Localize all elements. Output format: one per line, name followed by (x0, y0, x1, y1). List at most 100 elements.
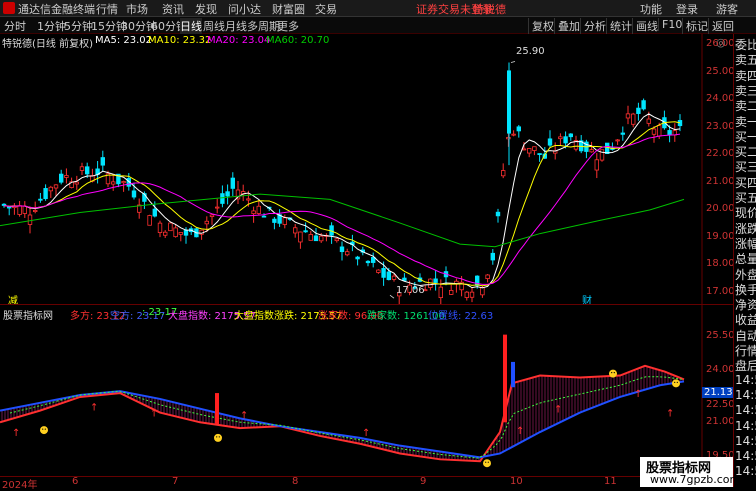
candle-body (599, 149, 605, 161)
smiley-eye (44, 428, 46, 430)
high-price-label: 25.90 (516, 46, 545, 57)
menu-fortune[interactable]: 财富圈 (272, 1, 305, 17)
candle-body (168, 222, 173, 232)
smiley-eye (42, 428, 44, 430)
candle-body (204, 220, 209, 225)
candle-body (111, 181, 116, 185)
price-tick: 21.00 (706, 176, 735, 187)
candle-body (178, 232, 183, 235)
candle-body (318, 235, 324, 242)
smiley-eye (218, 436, 220, 438)
back-button[interactable]: 返回 (708, 18, 734, 34)
candle-body (147, 215, 152, 226)
candle-body (625, 113, 631, 119)
menu-news[interactable]: 资讯 (162, 1, 184, 17)
price-tick: 25.00 (706, 66, 735, 77)
indicator-chart: ↑ ↑ ↑ ↑ ↑ ↑ ↑ ↑ ↑ (0, 305, 703, 477)
smiley-eye (487, 461, 489, 463)
menu-quotes[interactable]: 行情 (96, 1, 118, 17)
period-more[interactable]: 更多 (277, 18, 299, 34)
period-1min[interactable]: 1分钟 (37, 18, 66, 34)
candle-body (339, 246, 345, 253)
period-fenshi[interactable]: 分时 (4, 18, 26, 34)
candle-body (48, 186, 53, 192)
smiley-eye (216, 436, 218, 438)
stats-button[interactable]: 统计 (606, 18, 632, 34)
candle-body (438, 286, 443, 299)
mark-button[interactable]: 标记 (682, 18, 708, 34)
candle-body (381, 268, 386, 278)
up-arrow-icon: ↑ (666, 408, 674, 419)
signal-bar (503, 334, 507, 423)
up-arrow-icon: ↑ (12, 428, 20, 439)
function-menu[interactable]: 功能 (640, 1, 662, 17)
candle-body (64, 175, 69, 178)
draw-line-button[interactable]: 画线 (632, 18, 658, 34)
indicator-panel[interactable]: ↑ ↑ ↑ ↑ ↑ ↑ ↑ ↑ ↑ 股票指标网 多方: 23.12 空方: 23.17 : 23… (0, 304, 735, 477)
analysis-button[interactable]: 分析 (580, 18, 606, 34)
quote-panel-label: 14:50 (735, 403, 756, 418)
watermark-logo: 股票指标网 www.7gpzb.com (640, 457, 740, 487)
smiley-icon (672, 379, 680, 388)
period-daily[interactable]: 日线 (180, 18, 202, 34)
price-tick: 20.00 (706, 203, 735, 214)
indicator-name[interactable]: 股票指标网 (3, 307, 53, 322)
candlestick-chart (0, 34, 703, 304)
period-5min[interactable]: 5分钟 (64, 18, 93, 34)
up-arrow-icon: ↑ (634, 389, 642, 400)
candle-body (230, 177, 235, 189)
position-line-legend: 位置线: 22.63 (428, 311, 494, 322)
candle-body (386, 271, 391, 281)
f10-button[interactable]: F10 (658, 18, 682, 31)
candle-body (292, 227, 298, 234)
period-weekly[interactable]: 周线 (203, 18, 225, 34)
up-arrow-icon: ↑ (240, 410, 248, 421)
candle-body (220, 193, 225, 204)
price-tick: 17.00 (706, 286, 735, 297)
ind-tick: 21.00 (706, 416, 735, 427)
app-logo-icon (3, 2, 15, 14)
candle-body (516, 126, 521, 132)
candle-body (33, 210, 38, 212)
stock-link[interactable]: 特锐德 (473, 1, 506, 17)
period-monthly[interactable]: 月线 (225, 18, 247, 34)
candle-body (59, 173, 64, 183)
candle-body (448, 289, 454, 295)
signal-bar (511, 361, 515, 388)
date-label: 8 (292, 476, 299, 487)
menu-market[interactable]: 市场 (126, 1, 148, 17)
date-label: 7 (172, 476, 179, 487)
candle-body (365, 260, 371, 264)
price-tick: 24.00 (706, 93, 735, 104)
menu-trade[interactable]: 交易 (315, 1, 337, 17)
period-multi[interactable]: 多周期 (247, 18, 280, 34)
overlay-button[interactable]: 叠加 (554, 18, 580, 34)
candle-body (589, 149, 594, 153)
date-label: 2024年 (2, 480, 38, 491)
candle-body (256, 205, 261, 214)
menu-discover[interactable]: 发现 (195, 1, 217, 17)
title-bar: 通达信金融终端 行情 市场 资讯 发现 问小达 财富圈 交易 证券交易未登录 特… (0, 0, 756, 17)
menu-xiaoda[interactable]: 问小达 (228, 1, 261, 17)
candle-body (641, 100, 646, 110)
date-axis: 2024年 6 7 8 9 10 11 (0, 476, 733, 491)
quote-panel-label: 14:50 (735, 449, 756, 464)
candle-body (251, 210, 256, 215)
candle-body (500, 170, 506, 177)
candle-body (74, 181, 79, 185)
candle-body (657, 125, 662, 137)
login-button[interactable]: 登录 (676, 1, 698, 17)
candle-body (303, 230, 308, 233)
candlestick-panel[interactable]: 特锐德(日线 前复权) MA5: 23.02 MA10: 23.32 MA20:… (0, 34, 735, 307)
smiley-eye (613, 371, 615, 374)
up-arrow-icon: ↑ (362, 428, 370, 439)
candle-body (157, 222, 163, 233)
candle-body (162, 231, 168, 236)
restore-rights-button[interactable]: 复权 (528, 18, 554, 34)
candle-body (183, 229, 189, 236)
candle-body (27, 214, 33, 225)
price-tick: 19.00 (706, 231, 735, 242)
price-tick: 23.00 (706, 121, 735, 132)
smiley-eye (674, 381, 676, 383)
kong-line (0, 380, 685, 459)
